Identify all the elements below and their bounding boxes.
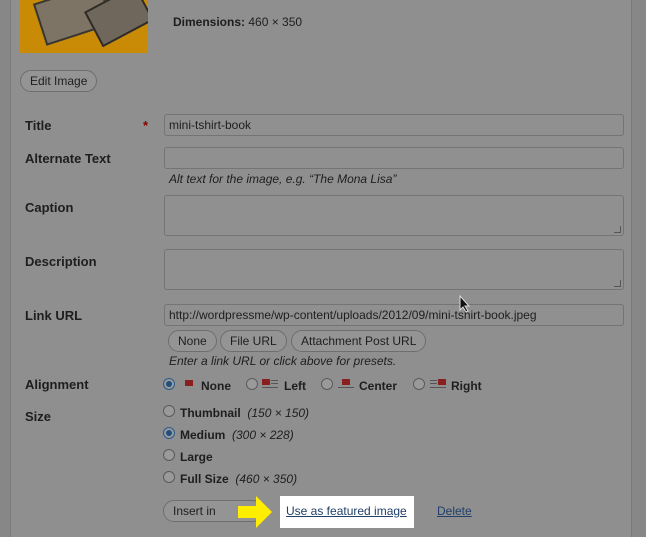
link-attachment-post-url-button[interactable]: Attachment Post URL	[291, 330, 427, 352]
align-left-radio[interactable]	[246, 378, 258, 390]
align-none-radio[interactable]	[163, 378, 175, 390]
size-medium-radio[interactable]	[163, 427, 175, 439]
required-mark: *	[143, 118, 149, 133]
size-thumbnail-name: Thumbnail	[180, 406, 241, 420]
size-large-radio[interactable]	[163, 449, 175, 461]
link-url-input[interactable]: http://wordpressme/wp-content/uploads/20…	[164, 304, 624, 326]
title-label: Title	[25, 118, 52, 133]
mouse-cursor-icon	[459, 295, 471, 313]
yellow-arrow-icon	[238, 496, 272, 528]
dimensions-value: 460 × 350	[248, 15, 303, 29]
dimensions-label: Dimensions:	[173, 15, 246, 29]
alt-text-help: Alt text for the image, e.g. “The Mona L…	[169, 172, 397, 186]
edit-image-button[interactable]: Edit Image	[20, 70, 98, 92]
caption-textarea[interactable]	[164, 195, 624, 236]
align-none-label[interactable]: None	[201, 379, 231, 393]
size-full-dims: (460 × 350)	[235, 472, 298, 486]
align-center-radio[interactable]	[321, 378, 333, 390]
align-right-icon	[430, 379, 446, 389]
align-right-label[interactable]: Right	[451, 379, 482, 393]
caption-label: Caption	[25, 200, 74, 215]
align-left-label[interactable]: Left	[284, 379, 306, 393]
description-textarea[interactable]	[164, 249, 624, 290]
delete-link[interactable]: Delete	[437, 504, 472, 518]
link-url-help: Enter a link URL or click above for pres…	[169, 354, 397, 368]
align-left-icon	[262, 379, 278, 389]
link-file-url-button[interactable]: File URL	[220, 330, 287, 352]
align-none-icon	[181, 380, 197, 390]
align-center-icon	[338, 379, 354, 389]
size-medium-label[interactable]: Medium (300 × 228)	[180, 428, 294, 442]
size-medium-dims: (300 × 228)	[232, 428, 294, 442]
dimensions-info: Dimensions: 460 × 350	[173, 15, 302, 29]
image-thumbnail	[20, 0, 148, 53]
link-none-button[interactable]: None	[168, 330, 217, 352]
size-large-name: Large	[180, 450, 213, 464]
size-thumbnail-radio[interactable]	[163, 405, 175, 417]
size-full-label[interactable]: Full Size (460 × 350)	[180, 472, 297, 486]
use-as-featured-image-link[interactable]: Use as featured image	[286, 504, 407, 518]
resize-grip-icon[interactable]	[614, 280, 621, 287]
alt-text-label: Alternate Text	[25, 151, 111, 166]
size-medium-name: Medium	[180, 428, 226, 442]
resize-grip-icon[interactable]	[614, 226, 621, 233]
alignment-label: Alignment	[25, 377, 89, 392]
align-center-label[interactable]: Center	[359, 379, 397, 393]
size-thumbnail-dims: (150 × 150)	[247, 406, 310, 420]
link-url-label: Link URL	[25, 308, 83, 323]
size-full-radio[interactable]	[163, 471, 175, 483]
alt-text-input[interactable]	[164, 147, 624, 169]
description-label: Description	[25, 254, 97, 269]
size-thumbnail-label[interactable]: Thumbnail (150 × 150)	[180, 406, 309, 420]
title-input[interactable]: mini-tshirt-book	[164, 114, 624, 136]
size-label: Size	[25, 409, 52, 424]
size-large-label[interactable]: Large	[180, 450, 213, 464]
align-right-radio[interactable]	[413, 378, 425, 390]
size-full-name: Full Size	[180, 472, 229, 486]
